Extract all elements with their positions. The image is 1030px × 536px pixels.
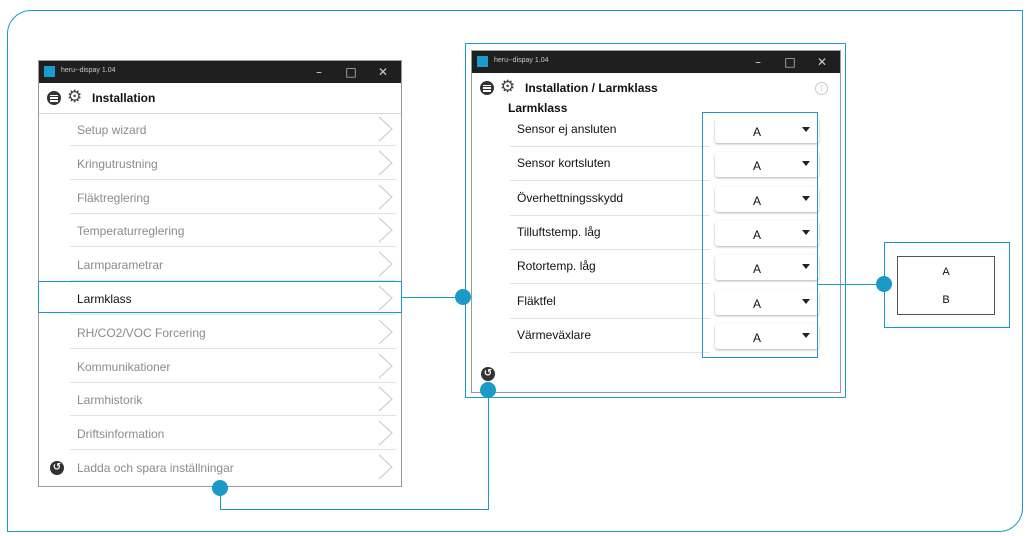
connector-line (402, 297, 463, 298)
connector-line (488, 390, 489, 510)
alarm-label: Sensor ej ansluten (517, 122, 617, 136)
chevron-right-icon (376, 454, 394, 485)
connector-dot (876, 276, 892, 292)
menu-item-label: Kringutrustning (77, 156, 158, 171)
menu-item-label: Kommunikationer (77, 359, 171, 374)
menu-item-label: RH/CO2/VOC Forcering (77, 325, 206, 340)
menu-item-label: Larmparametrar (77, 258, 164, 273)
menu-item[interactable]: RH/CO2/VOC Forcering (70, 316, 396, 349)
close-button[interactable]: ✕ (368, 63, 398, 81)
option-b[interactable]: B (898, 294, 994, 306)
menu-icon[interactable] (47, 91, 61, 105)
page-title: Installation (92, 91, 156, 105)
chevron-right-icon (376, 353, 394, 384)
alarm-label: Överhettningsskydd (517, 190, 624, 205)
connector-line (220, 488, 221, 509)
page-title: Installation / Larmklass (525, 81, 658, 95)
chevron-right-icon (376, 150, 394, 181)
menu-item-label: Temperaturreglering (77, 224, 185, 239)
option-a[interactable]: A (898, 266, 994, 278)
alarm-row: Sensor kortsluten (510, 147, 710, 182)
menu-item[interactable]: Temperaturreglering (70, 214, 396, 248)
menu-item-label: Fläktreglering (77, 190, 150, 205)
menu-item[interactable]: Fläktreglering (70, 181, 396, 214)
back-arrow-icon[interactable]: ↺ (50, 461, 64, 475)
dropdown-column-highlight (702, 112, 818, 358)
chevron-right-icon (376, 420, 394, 451)
page-header: ⚙ Installation (39, 83, 401, 114)
title-bar[interactable]: heru--dispay 1.04 – □ ✕ (39, 61, 401, 83)
menu-item[interactable]: Driftsinformation (70, 417, 396, 451)
chevron-right-icon (376, 184, 394, 215)
maximize-button[interactable]: □ (336, 63, 366, 81)
window-title: heru--dispay 1.04 (61, 67, 116, 74)
close-button[interactable]: ✕ (807, 53, 837, 71)
alarm-label: Fläktfel (517, 293, 556, 308)
window-title: heru--dispay 1.04 (494, 57, 549, 64)
title-bar[interactable]: heru--dispay 1.04 – □ ✕ (472, 51, 840, 73)
connector-dot (480, 382, 496, 398)
menu-item[interactable]: Kringutrustning (70, 147, 396, 180)
menu-item-label: Larmhistorik (77, 393, 143, 408)
menu-item[interactable]: Larmhistorik (70, 383, 396, 417)
menu-item[interactable]: Ladda och spara inställningar (70, 451, 396, 484)
menu-item[interactable]: Kommunikationer (70, 350, 396, 383)
chevron-right-icon (376, 217, 394, 248)
alarm-label: Rotortemp. låg (517, 259, 596, 274)
chevron-right-icon (376, 319, 394, 350)
maximize-button[interactable]: □ (775, 53, 805, 71)
info-icon[interactable]: i (815, 82, 828, 95)
chevron-right-icon (376, 116, 394, 147)
page-header: ⚙ Installation / Larmklass i (472, 73, 840, 103)
menu-item-label: Ladda och spara inställningar (77, 461, 234, 475)
alarm-row: Överhettningsskydd (510, 182, 710, 216)
alarm-row: Rotortemp. låg (510, 250, 710, 285)
app-icon (44, 66, 55, 77)
app-icon (477, 56, 488, 67)
minimize-button[interactable]: – (304, 63, 334, 81)
connector-dot (455, 289, 471, 305)
connector-line (220, 509, 488, 510)
chevron-right-icon (376, 251, 394, 282)
minimize-button[interactable]: – (743, 53, 773, 71)
alarm-label: Värmeväxlare (517, 327, 592, 342)
back-arrow-icon[interactable]: ↺ (481, 367, 495, 381)
menu-item[interactable]: Setup wizard (70, 113, 396, 146)
options-popup: A B (897, 256, 995, 315)
chevron-right-icon (376, 386, 394, 417)
menu-item-label: Driftsinformation (77, 427, 165, 442)
gear-icon: ⚙ (67, 87, 83, 107)
alarm-row: Värmeväxlare (510, 319, 710, 353)
alarm-row: Fläktfel (510, 285, 710, 319)
menu-item[interactable]: Larmparametrar (70, 248, 396, 282)
gear-icon: ⚙ (500, 77, 516, 97)
alarm-row: Sensor ej ansluten (510, 113, 710, 147)
menu-icon[interactable] (480, 81, 494, 95)
alarm-label: Tilluftstemp. låg (517, 224, 601, 239)
highlight-larmklass (38, 281, 402, 313)
alarm-label: Sensor kortsluten (517, 156, 611, 171)
menu-item-label: Setup wizard (77, 123, 147, 137)
installation-window: heru--dispay 1.04 – □ ✕ ⚙ Installation S… (38, 60, 402, 487)
alarm-row: Tilluftstemp. låg (510, 216, 710, 250)
